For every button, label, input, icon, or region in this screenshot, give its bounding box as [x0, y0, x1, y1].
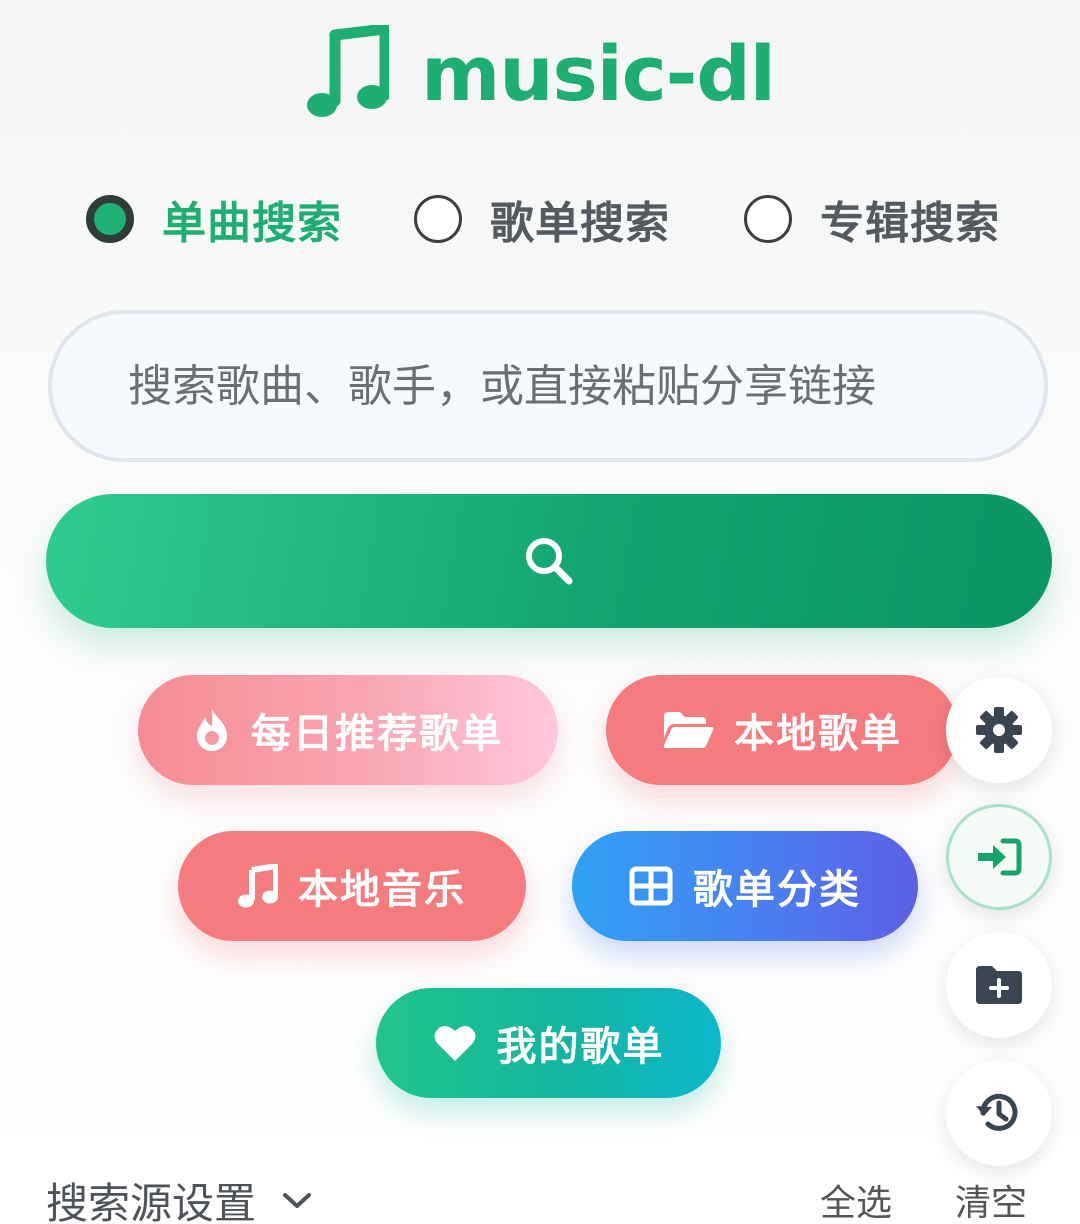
login-button[interactable]	[946, 804, 1052, 910]
radio-album-search[interactable]	[744, 195, 792, 243]
search-input[interactable]	[128, 360, 988, 412]
clear-button[interactable]: 清空	[955, 1174, 1035, 1224]
my-playlists-button[interactable]: 我的歌单	[376, 988, 721, 1098]
mode-song-label: 单曲搜索	[162, 198, 342, 249]
mode-album-label: 专辑搜索	[820, 198, 1000, 249]
app-header: music-dl	[0, 18, 1080, 128]
mode-song-search[interactable]: 单曲搜索	[86, 184, 342, 254]
source-settings-title: 搜索源设置	[46, 1179, 257, 1224]
chevron-down-icon	[283, 1192, 312, 1208]
mode-album-search[interactable]: 专辑搜索	[744, 184, 1000, 254]
local-music-button[interactable]: 本地音乐	[178, 831, 526, 941]
source-settings-toggle[interactable]: 搜索源设置	[46, 1170, 312, 1224]
search-mode-group: 单曲搜索 歌单搜索 专辑搜索	[0, 184, 1080, 254]
grid-icon	[629, 866, 673, 906]
local-playlists-label: 本地歌单	[734, 711, 902, 757]
daily-recommend-button[interactable]: 每日推荐歌单	[138, 675, 558, 785]
mode-playlist-search[interactable]: 歌单搜索	[414, 184, 670, 254]
local-music-label: 本地音乐	[298, 867, 466, 913]
fire-icon	[193, 707, 231, 753]
heart-icon	[433, 1023, 477, 1063]
search-icon	[526, 538, 573, 585]
radio-song-search[interactable]	[86, 195, 134, 243]
new-folder-button[interactable]	[946, 932, 1052, 1038]
source-settings-bar: 搜索源设置 全选 清空	[0, 1160, 1080, 1224]
history-button[interactable]	[946, 1060, 1052, 1166]
gear-icon	[976, 707, 1022, 753]
mode-playlist-label: 歌单搜索	[490, 198, 670, 249]
settings-button[interactable]	[946, 677, 1052, 783]
my-playlists-label: 我的歌单	[496, 1024, 665, 1070]
folder-plus-icon	[976, 966, 1022, 1004]
search-button[interactable]	[46, 494, 1052, 628]
daily-recommend-label: 每日推荐歌单	[251, 711, 503, 757]
music-note-icon	[238, 864, 278, 908]
folder-open-icon	[662, 710, 714, 750]
music-note-icon	[307, 25, 390, 117]
radio-playlist-search[interactable]	[414, 195, 462, 243]
login-icon	[978, 838, 1022, 876]
history-icon	[976, 1093, 1018, 1131]
select-all-button[interactable]: 全选	[820, 1174, 892, 1224]
playlist-category-label: 歌单分类	[693, 867, 861, 913]
search-box	[48, 310, 1048, 462]
local-playlists-button[interactable]: 本地歌单	[606, 675, 958, 785]
app-title: music-dl	[421, 28, 776, 118]
playlist-category-button[interactable]: 歌单分类	[572, 831, 918, 941]
